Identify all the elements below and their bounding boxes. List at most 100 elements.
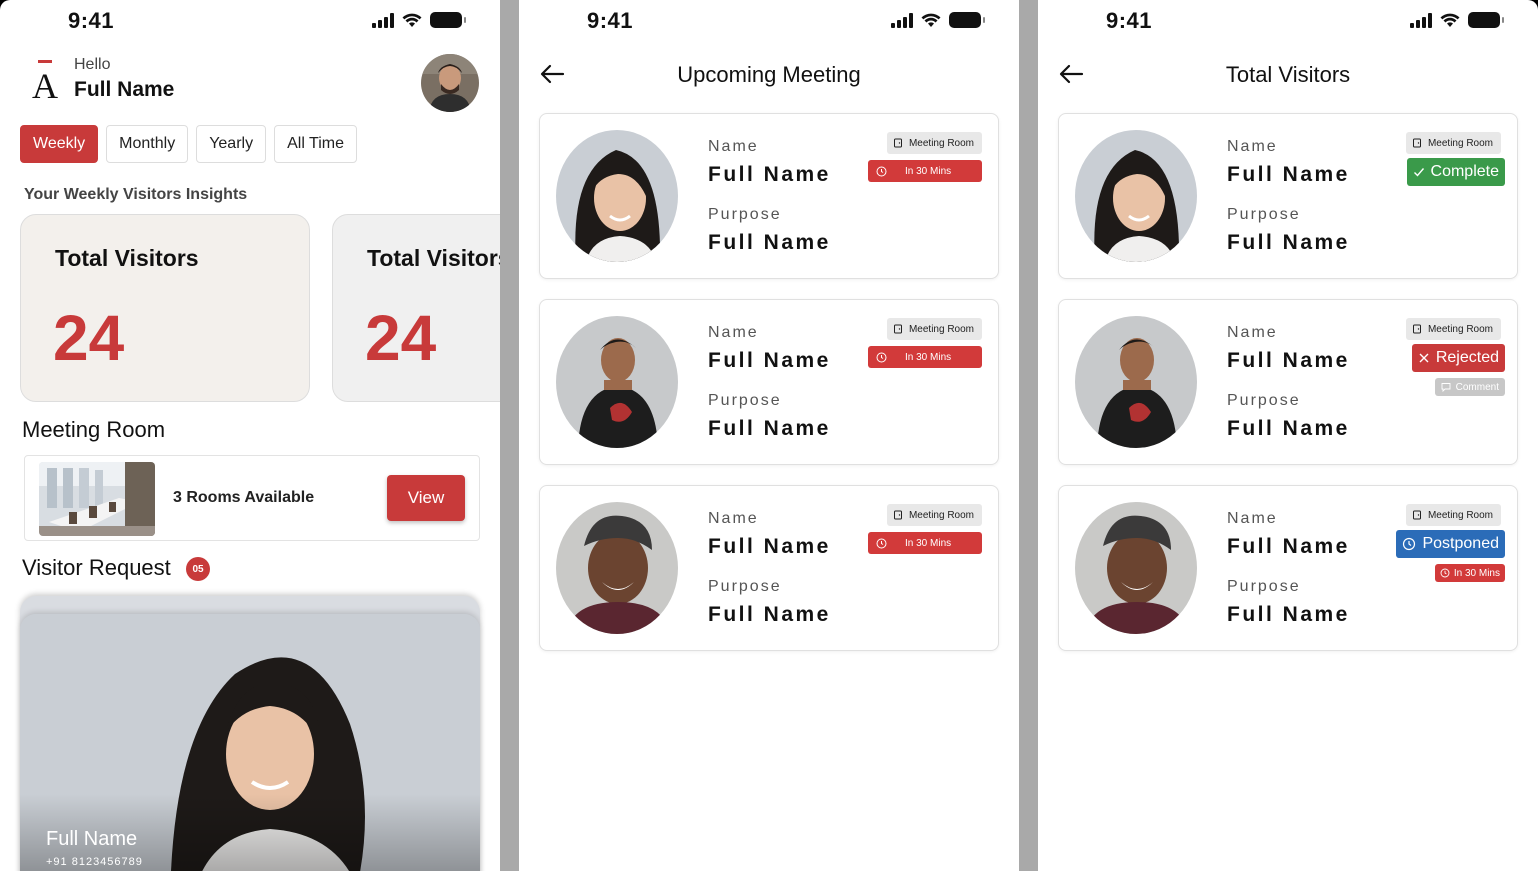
meeting-card[interactable]: Name Full Name Purpose Full Name Meeting… <box>539 485 999 651</box>
visitor-phone: +91 8123456789 <box>46 856 143 868</box>
stat-value: 24 <box>365 302 437 374</box>
door-icon <box>893 138 902 148</box>
visitor-card[interactable]: Name Full Name Purpose Full Name Meeting… <box>1058 299 1518 465</box>
visitor-request-card[interactable]: Full Name +91 8123456789 <box>20 614 480 871</box>
screen-separator <box>1019 0 1038 871</box>
purpose-value: Full Name <box>1227 231 1350 254</box>
status-label: Rejected <box>1435 349 1499 366</box>
svg-text:A: A <box>32 66 58 102</box>
purpose-value: Full Name <box>708 417 831 440</box>
status-label: Postponed <box>1422 535 1499 552</box>
meeting-room-chip-label: Meeting Room <box>908 509 974 521</box>
purpose-label: Purpose <box>708 578 782 595</box>
app-logo-icon: A <box>32 60 58 102</box>
time-chip-label: In 30 Mins <box>905 537 952 549</box>
time-chip: In 30 Mins <box>868 160 982 182</box>
time-chip: In 30 Mins <box>1434 564 1505 582</box>
meeting-room-chip-label: Meeting Room <box>1427 509 1493 521</box>
door-icon <box>893 324 902 334</box>
period-tabs: Weekly Monthly Yearly All Time <box>20 125 357 163</box>
status-icons <box>372 12 466 28</box>
home-screen: 9:41 A Hello Full Name Weekly Monthly Ye… <box>0 0 500 871</box>
view-rooms-button[interactable]: View <box>387 475 465 521</box>
purpose-value: Full Name <box>1227 603 1350 626</box>
tab-weekly[interactable]: Weekly <box>20 125 99 163</box>
time-chip-label: In 30 Mins <box>905 351 952 363</box>
purpose-value: Full Name <box>1227 417 1350 440</box>
meeting-card[interactable]: Name Full Name Purpose Full Name Meeting… <box>539 113 999 279</box>
visitor-name: Full Name <box>46 828 138 850</box>
meeting-room-chip: Meeting Room <box>886 132 982 154</box>
signal-icon <box>891 12 913 28</box>
visitor-avatar <box>1075 502 1197 634</box>
door-icon <box>893 510 902 520</box>
meeting-room-chip-label: Meeting Room <box>1427 323 1493 335</box>
comment-button[interactable]: Comment <box>1434 378 1505 396</box>
name-label: Name <box>1227 138 1278 155</box>
name-label: Name <box>708 510 759 527</box>
meeting-card[interactable]: Name Full Name Purpose Full Name Meeting… <box>539 299 999 465</box>
visitor-card[interactable]: Name Full Name Purpose Full Name Meeting… <box>1058 485 1518 651</box>
visitor-name: Full Name <box>1227 535 1350 558</box>
tab-monthly[interactable]: Monthly <box>106 125 189 163</box>
signal-icon <box>372 12 394 28</box>
stat-label: Total Visitors <box>367 245 500 271</box>
battery-icon <box>430 12 466 28</box>
visitor-avatar <box>556 502 678 634</box>
signal-icon <box>1410 12 1432 28</box>
meeting-room-chip: Meeting Room <box>886 504 982 526</box>
avatar[interactable] <box>421 54 479 112</box>
door-icon <box>1412 138 1421 148</box>
meeting-room-title: Meeting Room <box>22 417 166 442</box>
name-label: Name <box>1227 324 1278 341</box>
visitor-name: Full Name <box>1227 349 1350 372</box>
comment-icon <box>1441 383 1451 392</box>
visitor-request-title: Visitor Request <box>22 555 171 580</box>
purpose-value: Full Name <box>708 603 831 626</box>
clock-icon <box>876 352 887 362</box>
meeting-room-chip-label: Meeting Room <box>908 137 974 149</box>
battery-icon <box>949 12 985 28</box>
visitor-request-count-badge: 05 <box>186 557 210 581</box>
insights-title: Your Weekly Visitors Insights <box>24 186 248 203</box>
name-label: Name <box>708 324 759 341</box>
status-icons <box>1410 12 1504 28</box>
stat-value: 24 <box>53 302 125 374</box>
visitor-card[interactable]: Name Full Name Purpose Full Name Meeting… <box>1058 113 1518 279</box>
wifi-icon <box>1440 13 1460 27</box>
status-time: 9:41 <box>68 8 115 33</box>
meeting-room-card[interactable]: 3 Rooms Available View <box>24 455 480 541</box>
meeting-room-chip-label: Meeting Room <box>1427 137 1493 149</box>
stat-card-total-visitors-2[interactable]: Total Visitors 24 <box>332 214 500 402</box>
time-chip: In 30 Mins <box>868 532 982 554</box>
status-badge-postponed: Postponed <box>1396 530 1505 558</box>
time-chip-label: In 30 Mins <box>905 165 952 177</box>
time-chip-label: In 30 Mins <box>1453 567 1500 579</box>
wifi-icon <box>921 13 941 27</box>
clock-icon <box>1440 568 1450 578</box>
greeting: Hello <box>74 56 111 73</box>
clock-icon <box>876 538 887 548</box>
check-icon <box>1413 168 1424 177</box>
battery-icon <box>1468 12 1504 28</box>
purpose-value: Full Name <box>708 231 831 254</box>
stat-card-total-visitors[interactable]: Total Visitors 24 <box>20 214 310 402</box>
tab-yearly[interactable]: Yearly <box>196 125 267 163</box>
visitor-name: Full Name <box>1227 163 1350 186</box>
meeting-room-chip: Meeting Room <box>1405 132 1501 154</box>
page-title: Upcoming Meeting <box>677 62 861 87</box>
time-chip: In 30 Mins <box>868 346 982 368</box>
postpone-clock-icon <box>1403 537 1416 551</box>
screen-separator <box>500 0 519 871</box>
visitor-avatar <box>556 130 678 262</box>
stat-label: Total Visitors <box>55 245 199 271</box>
name-label: Name <box>1227 510 1278 527</box>
visitor-avatar <box>556 316 678 448</box>
meeting-room-chip: Meeting Room <box>1405 504 1501 526</box>
status-time: 9:41 <box>1106 8 1153 33</box>
purpose-label: Purpose <box>1227 578 1301 595</box>
close-icon <box>1419 353 1429 363</box>
status-badge-complete: Complete <box>1406 158 1505 186</box>
status-badge-rejected: Rejected <box>1411 344 1505 372</box>
tab-all-time[interactable]: All Time <box>274 125 357 163</box>
